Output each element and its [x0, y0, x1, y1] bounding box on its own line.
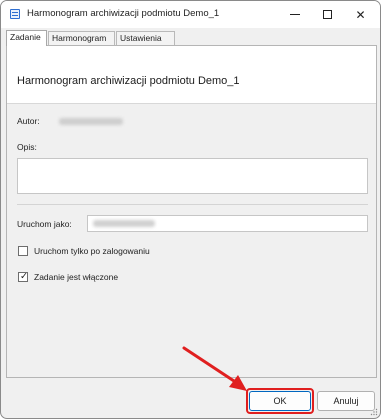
cancel-button[interactable]: Anuluj — [317, 391, 375, 411]
window-title: Harmonogram archiwizacji podmiotu Demo_1 — [27, 8, 220, 19]
panel-header: Harmonogram archiwizacji podmiotu Demo_1 — [7, 46, 376, 104]
maximize-icon — [323, 10, 332, 19]
run-as-value-blurred — [93, 220, 155, 227]
task-panel: Harmonogram archiwizacji podmiotu Demo_1… — [6, 45, 377, 378]
task-enabled-label: Zadanie jest włączone — [34, 272, 119, 282]
tab-harmonogram[interactable]: Harmonogram — [48, 31, 115, 45]
run-as-label: Uruchom jako: — [17, 219, 72, 229]
tab-zadanie[interactable]: Zadanie — [6, 30, 47, 46]
minimize-button[interactable] — [278, 1, 311, 28]
schedule-app-icon — [10, 9, 20, 19]
title-bar: Harmonogram archiwizacji podmiotu Demo_1… — [1, 1, 380, 28]
author-label: Autor: — [17, 116, 40, 126]
dialog-window: Harmonogram archiwizacji podmiotu Demo_1… — [0, 0, 381, 419]
task-heading: Harmonogram archiwizacji podmiotu Demo_1 — [17, 75, 240, 87]
task-enabled-checkbox[interactable]: ✓ — [18, 271, 28, 282]
author-value-blurred — [59, 118, 123, 125]
description-label: Opis: — [17, 142, 37, 152]
close-button[interactable]: ✕ — [344, 1, 377, 28]
resize-grip-icon[interactable] — [370, 408, 378, 416]
separator — [17, 204, 368, 205]
only-logged-on-label: Uruchom tylko po zalogowaniu — [34, 246, 150, 256]
ok-button[interactable]: OK — [249, 391, 311, 411]
description-textarea[interactable] — [17, 158, 368, 194]
run-as-field[interactable] — [87, 215, 368, 232]
minimize-icon — [289, 14, 300, 15]
close-icon: ✕ — [355, 7, 366, 22]
maximize-button[interactable] — [311, 1, 344, 28]
tab-ustawienia[interactable]: Ustawienia — [116, 31, 175, 45]
only-logged-on-checkbox[interactable] — [18, 246, 28, 256]
checkmark-icon: ✓ — [20, 271, 28, 282]
